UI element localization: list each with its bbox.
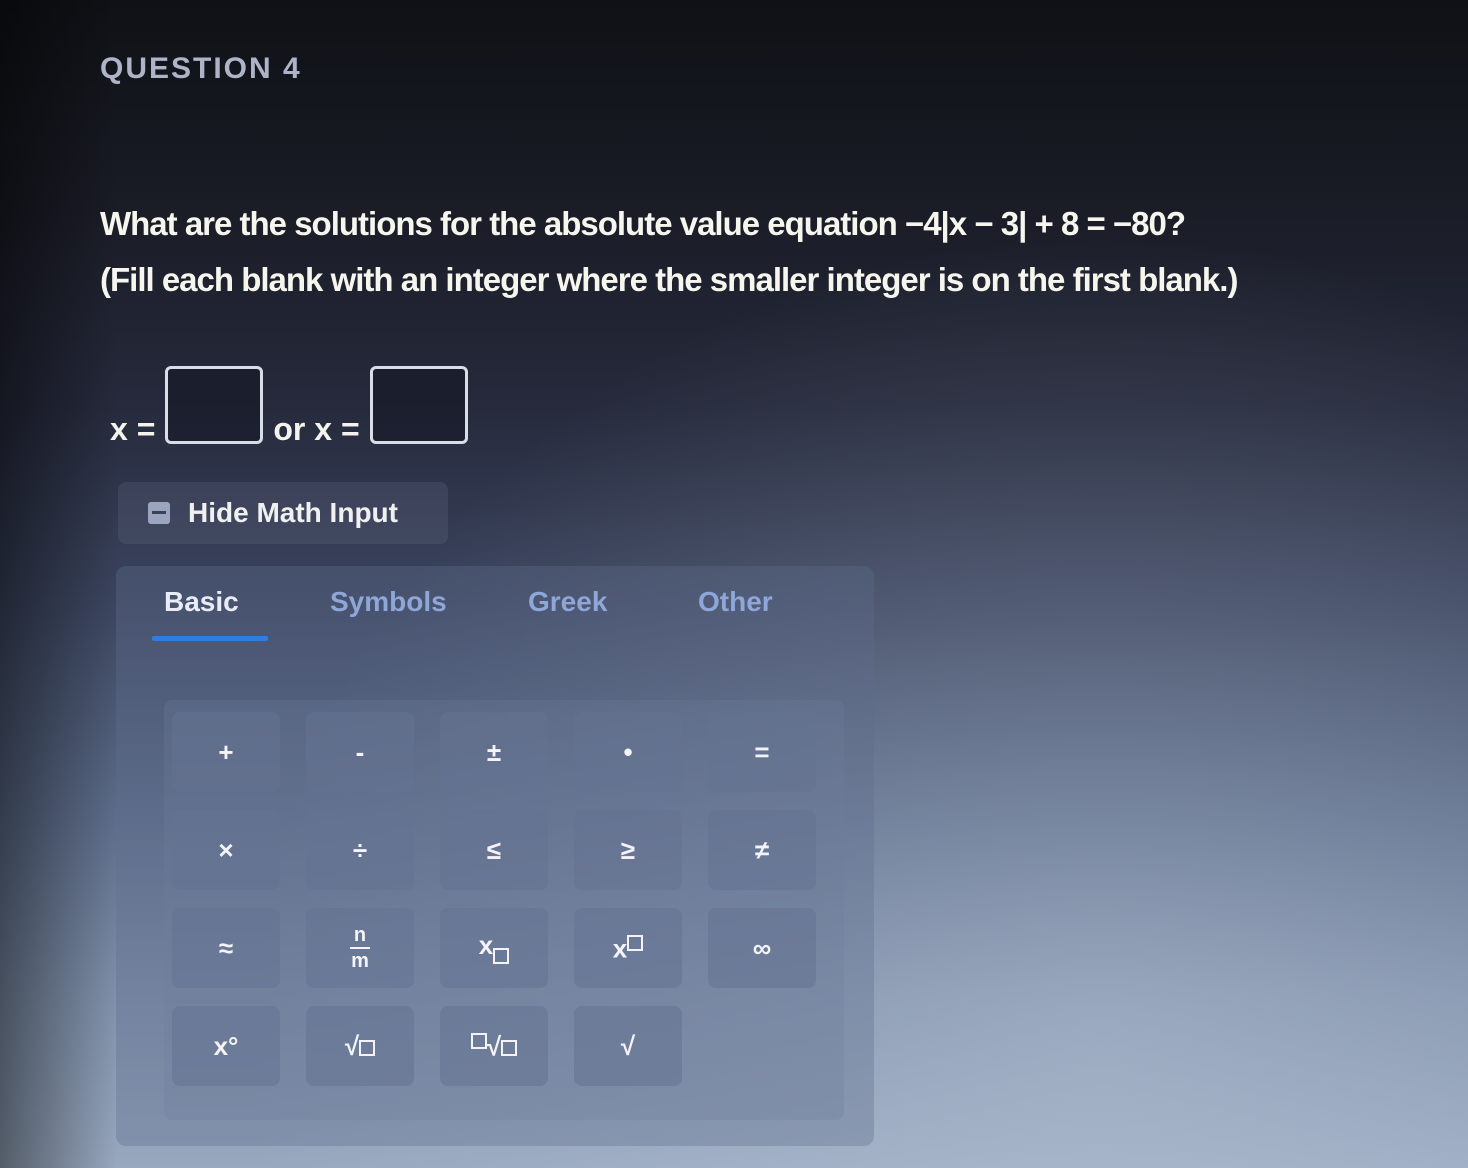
answer-row: x = or x = <box>110 366 478 456</box>
active-tab-indicator <box>152 636 268 641</box>
math-input-tabs: Basic Symbols Greek Other <box>152 586 852 646</box>
minus-key[interactable]: - <box>306 712 414 792</box>
hide-math-input-label: Hide Math Input <box>188 497 398 528</box>
math-keypad: + - ± • = × ÷ ≤ ≥ ≠ ≈ n m x x ∞ x° √ √ √ <box>164 700 844 1120</box>
nth-root-icon: √ <box>470 1030 518 1063</box>
sqrt-symbol: √ <box>344 1030 360 1061</box>
question-text: What are the solutions for the absolute … <box>100 205 1186 242</box>
dot-key[interactable]: • <box>574 712 682 792</box>
degree-key[interactable]: x° <box>172 1006 280 1086</box>
question-prompt: What are the solutions for the absolute … <box>100 196 1340 308</box>
hide-math-input-button[interactable]: Hide Math Input <box>118 482 448 544</box>
tab-other[interactable]: Other <box>698 586 773 618</box>
keyboard-icon <box>148 502 170 524</box>
approx-key[interactable]: ≈ <box>172 908 280 988</box>
superscript-icon: x <box>612 932 644 965</box>
tab-basic[interactable]: Basic <box>164 586 239 618</box>
answer-blank-2[interactable] <box>369 366 468 444</box>
nthroot-symbol: √ <box>486 1031 502 1062</box>
tab-symbols[interactable]: Symbols <box>330 586 447 618</box>
subscript-base: x <box>478 930 494 961</box>
square-root-icon: √ <box>344 1030 376 1062</box>
fraction-bar <box>350 947 370 949</box>
placeholder-box-icon <box>493 947 510 964</box>
plus-minus-key[interactable]: ± <box>440 712 548 792</box>
placeholder-box-icon <box>501 1040 518 1057</box>
answer-blank-1[interactable] <box>165 366 264 444</box>
question-number: QUESTION 4 <box>100 52 302 85</box>
placeholder-box-icon <box>627 934 644 951</box>
math-input-panel: Basic Symbols Greek Other + - ± • = × ÷ … <box>116 566 874 1146</box>
subscript-icon: x <box>478 930 510 965</box>
less-equal-key[interactable]: ≤ <box>440 810 548 890</box>
subscript-key[interactable]: x <box>440 908 548 988</box>
fraction-denominator: m <box>351 950 369 972</box>
tab-greek[interactable]: Greek <box>528 586 607 618</box>
question-instructions: (Fill each blank with an integer where t… <box>100 261 1238 298</box>
index-box-icon <box>470 1032 487 1049</box>
equals-key[interactable]: = <box>708 712 816 792</box>
superscript-base: x <box>612 933 628 964</box>
plus-key[interactable]: + <box>172 712 280 792</box>
answer-connector: or x = <box>273 411 360 447</box>
placeholder-box-icon <box>359 1039 376 1056</box>
greater-equal-key[interactable]: ≥ <box>574 810 682 890</box>
square-root-key[interactable]: √ <box>306 1006 414 1086</box>
divide-key[interactable]: ÷ <box>306 810 414 890</box>
check-root-key[interactable]: √ <box>574 1006 682 1086</box>
nth-root-key[interactable]: √ <box>440 1006 548 1086</box>
fraction-numerator: n <box>353 924 367 946</box>
not-equal-key[interactable]: ≠ <box>708 810 816 890</box>
fraction-icon: n m <box>350 925 370 971</box>
answer-prefix: x = <box>110 411 156 447</box>
times-key[interactable]: × <box>172 810 280 890</box>
superscript-key[interactable]: x <box>574 908 682 988</box>
fraction-key[interactable]: n m <box>306 908 414 988</box>
infinity-key[interactable]: ∞ <box>708 908 816 988</box>
